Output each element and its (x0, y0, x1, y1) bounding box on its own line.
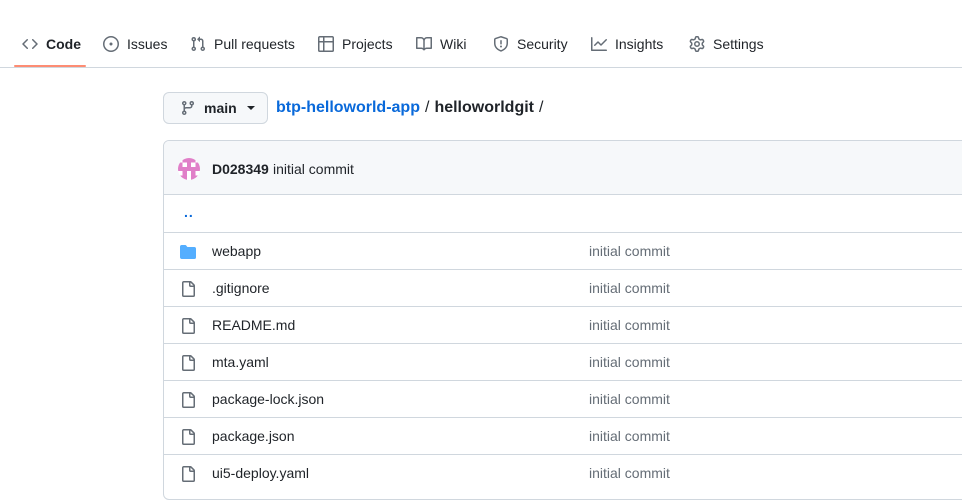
file-icon (182, 392, 195, 408)
table-row: .gitignore initial commit (164, 269, 962, 306)
file-name-link[interactable]: README.md (212, 317, 295, 333)
table-row: README.md initial commit (164, 306, 962, 343)
tab-projects-label: Projects (342, 36, 393, 52)
file-rows: .. webapp initial commit .gitignore init… (164, 196, 962, 491)
breadcrumb-repo-link[interactable]: btp-helloworld-app (276, 99, 420, 117)
folder-icon (180, 245, 196, 259)
avatar[interactable] (178, 158, 200, 180)
tab-wiki[interactable]: Wiki (416, 28, 466, 60)
tab-pull-requests-label: Pull requests (214, 36, 295, 52)
file-commit-message[interactable]: initial commit (589, 428, 670, 444)
git-branch-icon (181, 101, 194, 116)
tab-projects[interactable]: Projects (318, 28, 393, 60)
tab-insights[interactable]: Insights (591, 28, 663, 60)
file-commit-message[interactable]: initial commit (589, 317, 670, 333)
file-list: D028349 initial commit .. webapp initial… (163, 140, 962, 500)
caret-down-icon (246, 106, 255, 110)
breadcrumb-trailing-separator: / (538, 99, 544, 116)
branch-select-button[interactable]: main (163, 92, 268, 124)
issue-opened-icon (103, 36, 119, 52)
file-commit-message[interactable]: initial commit (589, 465, 670, 481)
repo-nav: Code Issues Pull requests Projects Wiki … (0, 0, 962, 68)
table-row: webapp initial commit (164, 232, 962, 269)
file-name-link[interactable]: package-lock.json (212, 391, 324, 407)
file-name-link[interactable]: package.json (212, 428, 295, 444)
tab-security-label: Security (517, 36, 568, 52)
file-icon (182, 466, 195, 482)
file-name-link[interactable]: mta.yaml (212, 354, 269, 370)
tab-code-label: Code (46, 36, 81, 52)
gear-icon (689, 36, 705, 52)
code-icon (22, 38, 38, 50)
identicon-icon (178, 158, 200, 180)
breadcrumb: btp-helloworld-app / helloworldgit / (276, 97, 543, 119)
tab-insights-label: Insights (615, 36, 664, 52)
tab-settings[interactable]: Settings (689, 28, 764, 60)
branch-name: main (204, 100, 237, 116)
tab-security[interactable]: Security (493, 28, 568, 60)
commit-message[interactable]: initial commit (273, 161, 354, 177)
graph-icon (591, 37, 607, 51)
file-icon (182, 281, 195, 297)
tab-issues[interactable]: Issues (103, 28, 167, 60)
tab-code[interactable]: Code (22, 28, 81, 60)
file-name-link[interactable]: .gitignore (212, 280, 270, 296)
parent-directory-link[interactable]: .. (184, 204, 194, 220)
tab-issues-label: Issues (127, 36, 168, 52)
tab-pull-requests[interactable]: Pull requests (190, 28, 295, 60)
file-commit-message[interactable]: initial commit (589, 391, 670, 407)
tab-settings-label: Settings (713, 36, 764, 52)
tab-wiki-label: Wiki (440, 36, 467, 52)
breadcrumb-separator: / (424, 99, 430, 116)
file-icon (182, 429, 195, 445)
file-name-link[interactable]: ui5-deploy.yaml (212, 465, 309, 481)
book-icon (416, 36, 432, 51)
shield-icon (494, 36, 508, 52)
breadcrumb-current-folder: helloworldgit (434, 99, 534, 116)
parent-directory-row[interactable]: .. (164, 196, 962, 232)
file-icon (182, 355, 195, 371)
table-row: package-lock.json initial commit (164, 380, 962, 417)
table-row: package.json initial commit (164, 417, 962, 454)
latest-commit-bar: D028349 initial commit (164, 141, 962, 195)
file-commit-message[interactable]: initial commit (589, 354, 670, 370)
file-name-link[interactable]: webapp (212, 243, 261, 259)
file-commit-message[interactable]: initial commit (589, 243, 670, 259)
table-row: mta.yaml initial commit (164, 343, 962, 380)
git-pull-request-icon (191, 36, 206, 52)
table-row: ui5-deploy.yaml initial commit (164, 454, 962, 491)
commit-author[interactable]: D028349 (212, 161, 269, 177)
file-icon (182, 318, 195, 334)
file-commit-message[interactable]: initial commit (589, 280, 670, 296)
table-icon (318, 36, 334, 52)
selected-tab-underline (14, 65, 86, 67)
